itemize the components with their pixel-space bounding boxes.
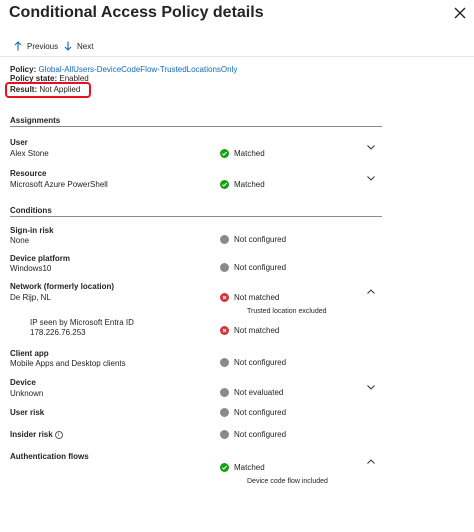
resource-status: Matched: [220, 180, 265, 189]
error-circle-icon: [220, 293, 229, 302]
network-label: Network (formerly location): [10, 282, 115, 291]
device-platform-value: Windows10: [10, 264, 52, 273]
resource-status-text: Matched: [234, 180, 265, 189]
auth-flows-label: Authentication flows: [10, 452, 89, 461]
assignments-heading: Assignments: [10, 116, 61, 125]
client-app-status: Not configured: [220, 358, 286, 367]
device-platform-status: Not configured: [220, 263, 286, 272]
ip-value: 178.226.76.253: [30, 328, 86, 337]
status-dot-icon: [220, 388, 229, 397]
policy-name-row: Policy: Global-AllUsers-DeviceCodeFlow-T…: [10, 65, 237, 74]
sign-in-risk-status: Not configured: [220, 235, 286, 244]
previous-button[interactable]: Previous: [14, 36, 58, 56]
insider-risk-status: Not configured: [220, 430, 286, 439]
device-platform-status-text: Not configured: [234, 263, 287, 272]
info-icon[interactable]: i: [54, 430, 63, 439]
check-circle-icon: [220, 180, 229, 189]
client-app-value: Mobile Apps and Desktop clients: [10, 359, 126, 368]
policy-label: Policy:: [10, 65, 37, 74]
result-highlight-box: [5, 82, 91, 98]
user-status-text: Matched: [234, 149, 265, 158]
status-dot-icon: [220, 430, 229, 439]
user-expand-chevron-down-icon[interactable]: [366, 143, 376, 151]
sign-in-risk-value: None: [10, 236, 30, 245]
ip-status: Not matched: [220, 326, 279, 335]
panel-header: Conditional Access Policy details: [0, 0, 474, 28]
page-title: Conditional Access Policy details: [9, 4, 264, 21]
client-app-label: Client app: [10, 349, 49, 358]
device-status: Not evaluated: [220, 388, 283, 397]
auth-flows-collapse-chevron-up-icon[interactable]: [366, 458, 376, 466]
assignments-divider: [10, 126, 382, 127]
insider-risk-status-text: Not configured: [234, 430, 287, 439]
next-label: Next: [77, 41, 94, 51]
sign-in-risk-label: Sign-in risk: [10, 226, 54, 235]
device-label: Device: [10, 378, 36, 387]
device-status-text: Not evaluated: [234, 388, 284, 397]
sign-in-risk-status-text: Not configured: [234, 235, 287, 244]
device-platform-label: Device platform: [10, 254, 71, 263]
ip-status-text: Not matched: [234, 326, 280, 335]
status-dot-icon: [220, 235, 229, 244]
toolbar-divider: [0, 56, 474, 57]
previous-label: Previous: [27, 41, 59, 51]
network-value: De Rijp, NL: [10, 293, 51, 302]
network-note: Trusted location excluded: [247, 308, 327, 315]
resource-expand-chevron-down-icon[interactable]: [366, 174, 376, 182]
insider-risk-label: Insider risk: [10, 430, 53, 439]
arrow-down-icon: [64, 41, 72, 51]
policy-name-link[interactable]: Global-AllUsers-DeviceCodeFlow-TrustedLo…: [38, 65, 237, 74]
resource-value: Microsoft Azure PowerShell: [10, 180, 108, 189]
user-risk-label: User risk: [10, 408, 45, 417]
status-dot-icon: [220, 263, 229, 272]
network-collapse-chevron-up-icon[interactable]: [366, 288, 376, 296]
toolbar: Previous Next: [0, 36, 474, 56]
check-circle-icon: [220, 463, 229, 472]
device-value: Unknown: [10, 389, 44, 398]
user-value: Alex Stone: [10, 149, 49, 158]
device-expand-chevron-down-icon[interactable]: [366, 383, 376, 391]
close-icon[interactable]: [453, 6, 467, 20]
conditions-divider: [10, 216, 382, 217]
user-risk-status: Not configured: [220, 408, 286, 417]
auth-flows-status: Matched: [220, 463, 265, 472]
ip-seen-label: IP seen by Microsoft Entra ID: [30, 318, 134, 327]
network-status-text: Not matched: [234, 293, 280, 302]
user-label: User: [10, 138, 28, 147]
status-dot-icon: [220, 358, 229, 367]
conditions-heading: Conditions: [10, 206, 52, 215]
auth-flows-status-text: Matched: [234, 463, 265, 472]
arrow-up-icon: [14, 41, 22, 51]
error-circle-icon: [220, 326, 229, 335]
resource-label: Resource: [10, 169, 47, 178]
insider-risk-label-wrap: Insider risk i: [10, 430, 63, 439]
status-dot-icon: [220, 408, 229, 417]
next-button[interactable]: Next: [64, 36, 93, 56]
user-risk-status-text: Not configured: [234, 408, 287, 417]
network-status: Not matched: [220, 293, 279, 302]
user-status: Matched: [220, 149, 265, 158]
client-app-status-text: Not configured: [234, 358, 287, 367]
auth-flows-note: Device code flow included: [247, 478, 328, 485]
check-circle-icon: [220, 149, 229, 158]
